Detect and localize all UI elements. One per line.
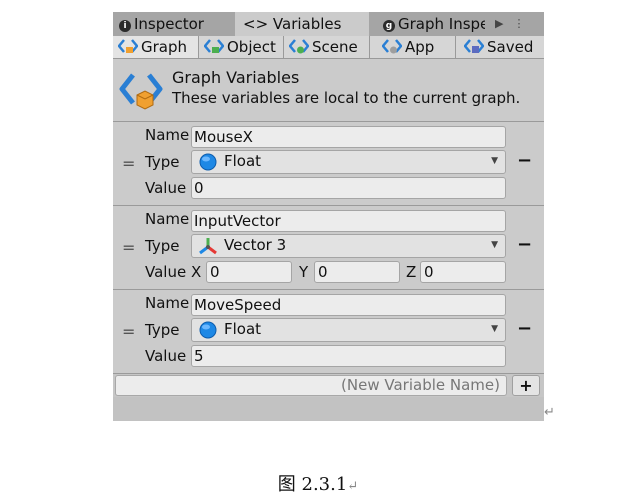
new-variable-name-input[interactable]: (New Variable Name)	[115, 375, 507, 396]
scene-scope-icon	[289, 39, 309, 54]
type-dropdown[interactable]: Float ▼	[191, 150, 506, 174]
add-variable-row: (New Variable Name) +	[113, 373, 544, 397]
drag-handle[interactable]: =	[122, 238, 135, 257]
type-label: Type	[145, 153, 180, 171]
drag-handle[interactable]: =	[122, 322, 135, 341]
y-field[interactable]: 0	[314, 261, 400, 283]
vector3-icon	[199, 238, 217, 255]
saved-scope-icon	[464, 39, 484, 53]
object-scope-icon	[204, 39, 224, 53]
tab-graph-inspector[interactable]: g Graph Inspe	[369, 12, 485, 36]
graph-inspector-icon: g	[383, 20, 395, 32]
paragraph-mark-icon: ↵	[544, 405, 555, 420]
type-label: Type	[145, 321, 180, 339]
type-value: Float	[224, 320, 262, 338]
type-dropdown[interactable]: Vector 3 ▼	[191, 234, 506, 258]
float-icon	[199, 153, 217, 171]
name-label: Name	[145, 294, 190, 312]
z-field[interactable]: 0	[420, 261, 506, 283]
window-buttons: ▶ ⋮	[495, 12, 534, 36]
graph-variables-header: Graph Variables These variables are loca…	[113, 59, 544, 121]
remove-variable-button[interactable]: −	[517, 236, 532, 254]
variable-item: = Name MouseX Type Float ▼ − Value 0	[113, 121, 544, 205]
add-variable-button[interactable]: +	[512, 375, 540, 396]
type-value: Float	[224, 152, 262, 170]
variable-value-field[interactable]: 5	[191, 345, 506, 367]
tab-inspector[interactable]: i Inspector	[113, 12, 235, 36]
scope-tab-bar: Graph Object Scene App Saved	[113, 36, 544, 59]
x-axis-label: X	[191, 263, 202, 281]
figure-caption: 图 2.3.1↵	[277, 474, 359, 495]
remove-variable-button[interactable]: −	[517, 152, 532, 170]
value-label: Value	[145, 179, 187, 197]
value-label: Value	[145, 347, 187, 365]
z-axis-label: Z	[406, 263, 417, 281]
scroll-tabs-right-icon[interactable]: ▶	[495, 17, 503, 30]
app-scope-icon	[382, 39, 402, 54]
graph-scope-icon	[118, 39, 138, 53]
scope-tab-object[interactable]: Object	[199, 36, 284, 58]
chevron-down-icon: ▼	[491, 324, 498, 334]
window-menu-icon[interactable]: ⋮	[513, 17, 524, 30]
drag-handle[interactable]: =	[122, 154, 135, 173]
float-icon	[199, 321, 217, 339]
variable-name-field[interactable]: InputVector	[191, 210, 506, 232]
variable-item: = Name InputVector Type Vector 3 ▼ − Val…	[113, 205, 544, 289]
variable-name-field[interactable]: MouseX	[191, 126, 506, 148]
x-field[interactable]: 0	[206, 261, 292, 283]
window-tab-strip: i Inspector <> Variables g Graph Inspe ▶ ⋮	[113, 12, 544, 36]
unity-variables-window: i Inspector <> Variables g Graph Inspe ▶ ⋮ …	[113, 12, 544, 421]
chevron-down-icon: ▼	[491, 156, 498, 166]
scope-tab-saved[interactable]: Saved	[456, 36, 544, 58]
paragraph-mark-icon: ↵	[347, 479, 359, 494]
variable-value-field[interactable]: 0	[191, 177, 506, 199]
y-axis-label: Y	[299, 263, 309, 281]
type-label: Type	[145, 237, 180, 255]
name-label: Name	[145, 126, 190, 144]
scope-tab-graph[interactable]: Graph	[113, 36, 199, 58]
value-label: Value	[145, 263, 187, 281]
remove-variable-button[interactable]: −	[517, 320, 532, 338]
type-dropdown[interactable]: Float ▼	[191, 318, 506, 342]
header-title: Graph Variables	[172, 68, 300, 87]
chevron-down-icon: ▼	[491, 240, 498, 250]
name-label: Name	[145, 210, 190, 228]
scope-tab-scene[interactable]: Scene	[284, 36, 370, 58]
variable-name-field[interactable]: MoveSpeed	[191, 294, 506, 316]
variable-item: = Name MoveSpeed Type Float ▼ − Value 5	[113, 289, 544, 373]
info-icon: i	[119, 20, 131, 32]
header-description: These variables are local to the current…	[172, 89, 521, 107]
type-value: Vector 3	[224, 236, 287, 254]
tab-variables[interactable]: <> Variables	[235, 12, 369, 36]
variable-list: = Name MouseX Type Float ▼ − Value 0 = N…	[113, 121, 544, 373]
scope-tab-app[interactable]: App	[370, 36, 456, 58]
graph-variables-icon	[119, 73, 163, 110]
